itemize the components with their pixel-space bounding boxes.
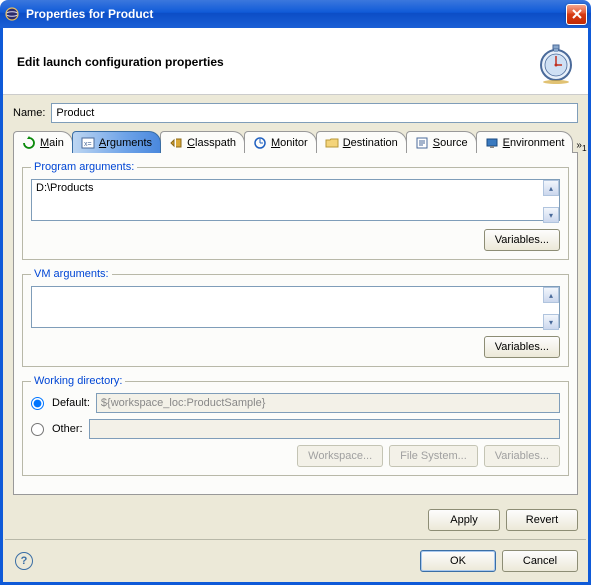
tab-classpath[interactable]: Classpath — [160, 131, 245, 153]
tab-label: Source — [433, 137, 468, 149]
wd-variables-button[interactable]: Variables... — [484, 445, 560, 467]
classpath-icon — [169, 136, 183, 150]
tab-label: Main — [40, 137, 64, 149]
other-label: Other: — [52, 423, 83, 435]
vm-args-group: VM arguments: ▴▾ Variables... — [22, 268, 569, 367]
revert-button[interactable]: Revert — [506, 509, 578, 531]
other-radio[interactable] — [31, 423, 44, 436]
header-band: Edit launch configuration properties — [3, 28, 588, 95]
tab-label: Monitor — [271, 137, 308, 149]
eclipse-icon — [4, 6, 20, 22]
working-directory-legend: Working directory: — [31, 375, 125, 387]
name-row: Name: — [13, 103, 578, 123]
tab-destination[interactable]: Destination — [316, 131, 407, 153]
default-label: Default: — [52, 397, 90, 409]
default-path-input — [96, 393, 560, 413]
program-args-variables-button[interactable]: Variables... — [484, 229, 560, 251]
close-button[interactable] — [566, 4, 587, 25]
program-args-textarea[interactable] — [31, 179, 560, 221]
svg-text:x=: x= — [84, 141, 92, 148]
window-body: Edit launch configuration properties Nam… — [0, 28, 591, 585]
tab-label: Arguments — [99, 137, 152, 149]
tab-arguments[interactable]: x= Arguments — [72, 131, 161, 153]
tab-label: Environment — [503, 137, 565, 149]
apply-button[interactable]: Apply — [428, 509, 500, 531]
vm-args-textarea[interactable] — [31, 286, 560, 328]
folder-icon — [325, 136, 339, 150]
args-icon: x= — [81, 136, 95, 150]
tab-label: Classpath — [187, 137, 236, 149]
divider — [5, 539, 586, 540]
monitor-icon — [253, 136, 267, 150]
other-path-input — [89, 419, 560, 439]
default-radio[interactable] — [31, 397, 44, 410]
environment-icon — [485, 136, 499, 150]
cancel-button[interactable]: Cancel — [502, 550, 578, 572]
tab-main[interactable]: Main — [13, 131, 73, 153]
refresh-icon — [22, 136, 36, 150]
name-label: Name: — [13, 107, 45, 119]
content-area: Name: Main x= Arguments Classpath Monito… — [3, 95, 588, 501]
more-tabs-indicator[interactable]: »1 — [574, 140, 588, 153]
program-args-group: Program arguments: ▴▾ Variables... — [22, 161, 569, 260]
scrollbar[interactable]: ▴▾ — [543, 180, 559, 223]
filesystem-button[interactable]: File System... — [389, 445, 478, 467]
source-icon — [415, 136, 429, 150]
workspace-button[interactable]: Workspace... — [297, 445, 383, 467]
tab-monitor[interactable]: Monitor — [244, 131, 317, 153]
tab-environment[interactable]: Environment — [476, 131, 574, 153]
tab-bar: Main x= Arguments Classpath Monitor Dest… — [13, 129, 578, 153]
vm-args-legend: VM arguments: — [31, 268, 112, 280]
help-icon[interactable]: ? — [15, 552, 33, 570]
header-text: Edit launch configuration properties — [17, 55, 534, 69]
window-title: Properties for Product — [26, 7, 566, 21]
apply-revert-row: Apply Revert — [3, 501, 588, 535]
tab-source[interactable]: Source — [406, 131, 477, 153]
titlebar: Properties for Product — [0, 0, 591, 28]
tab-panel-arguments: Program arguments: ▴▾ Variables... VM ar… — [13, 152, 578, 495]
working-directory-group: Working directory: Default: Other: Works… — [22, 375, 569, 476]
scrollbar[interactable]: ▴▾ — [543, 287, 559, 330]
ok-cancel-row: ? OK Cancel — [3, 544, 588, 582]
vm-args-variables-button[interactable]: Variables... — [484, 336, 560, 358]
name-input[interactable] — [51, 103, 578, 123]
tab-label: Destination — [343, 137, 398, 149]
stopwatch-icon — [534, 40, 578, 84]
program-args-legend: Program arguments: — [31, 161, 137, 173]
ok-button[interactable]: OK — [420, 550, 496, 572]
